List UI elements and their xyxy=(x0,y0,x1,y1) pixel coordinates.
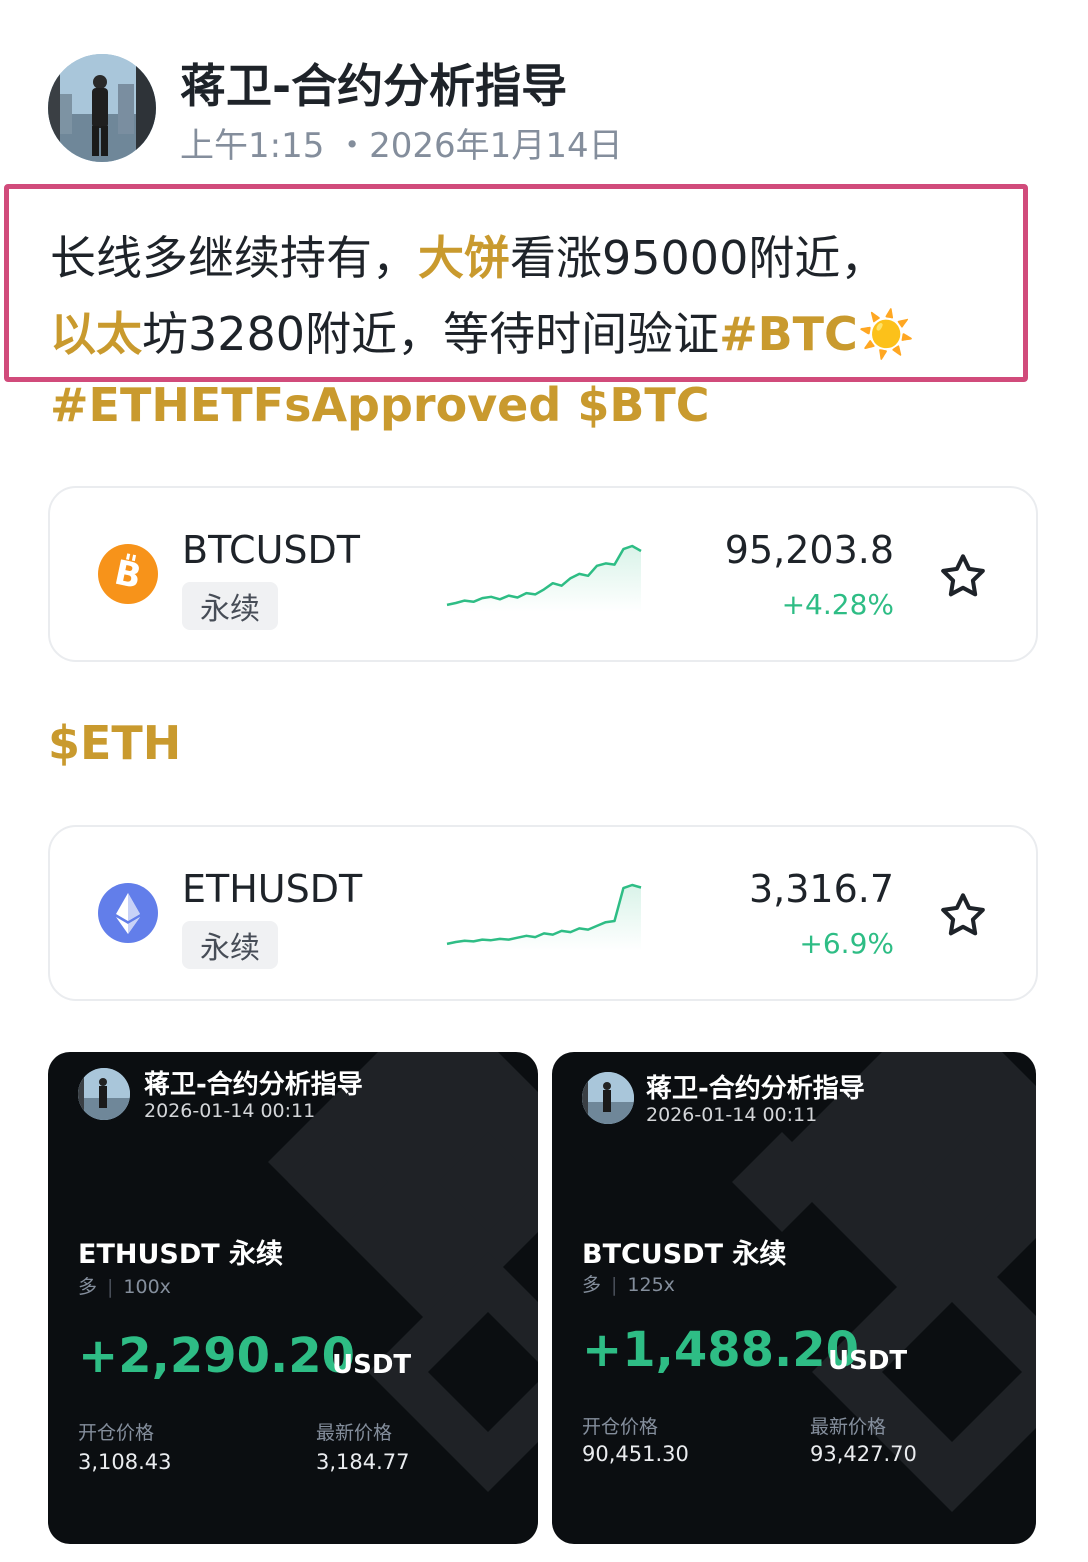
btc-ticker-card[interactable]: B BTCUSDT 永续 95,203.8 +4.28% xyxy=(48,486,1038,662)
ethereum-icon xyxy=(98,883,158,943)
btc-hashtag[interactable]: #BTC☀️ xyxy=(719,307,915,361)
pnl-position-meta: 多 | 100x xyxy=(78,1276,171,1298)
eth-sparkline xyxy=(446,883,642,951)
pnl-date: 2026-01-14 00:11 xyxy=(144,1100,316,1122)
perpetual-badge: 永续 xyxy=(182,921,278,969)
btc-nickname-highlight: 大饼 xyxy=(418,231,510,285)
pnl-symbol: BTCUSDT 永续 xyxy=(582,1239,787,1270)
favorite-star-icon[interactable] xyxy=(936,550,990,608)
post-text-line-2: 以太坊3280附近，等待时间验证#BTC☀️ xyxy=(50,298,915,364)
pnl-author-avatar xyxy=(582,1072,634,1124)
post-timestamp: 上午1:15 ・2026年1月14日 xyxy=(180,126,623,166)
last-price-label: 最新价格 xyxy=(810,1416,887,1438)
author-name[interactable]: 蒋卫-合约分析指导 xyxy=(180,50,567,116)
last-price-value: 3,184.77 xyxy=(316,1450,410,1474)
ticker-price: 95,203.8 xyxy=(724,528,894,572)
pnl-side: 多 xyxy=(78,1276,98,1298)
pnl-symbol: ETHUSDT 永续 xyxy=(78,1239,284,1270)
post-text: 坊3280附近，等待时间验证 xyxy=(142,307,720,361)
post-text: 长线多继续持有， xyxy=(50,231,418,285)
ticker-price: 3,316.7 xyxy=(748,867,894,911)
pnl-leverage: 100x xyxy=(123,1276,171,1298)
pnl-leverage: 125x xyxy=(627,1274,675,1296)
pnl-date: 2026-01-14 00:11 xyxy=(646,1104,818,1126)
pnl-author-name: 蒋卫-合约分析指导 xyxy=(144,1070,363,1100)
last-price-label: 最新价格 xyxy=(316,1422,393,1444)
bitcoin-icon: B xyxy=(98,544,158,604)
eth-cashtag[interactable]: $ETH xyxy=(48,716,181,770)
open-price-label: 开仓价格 xyxy=(582,1416,659,1438)
open-price-label: 开仓价格 xyxy=(78,1422,155,1444)
hashtag-line[interactable]: #ETHETFsApproved $BTC xyxy=(50,378,710,432)
last-price-value: 93,427.70 xyxy=(810,1442,917,1466)
pnl-amount: +2,290.20 xyxy=(78,1328,356,1384)
pnl-unit: USDT xyxy=(332,1350,412,1380)
ticker-change: +6.9% xyxy=(799,927,894,960)
ticker-change: +4.28% xyxy=(781,588,894,621)
btc-sparkline xyxy=(446,544,642,612)
pnl-amount: +1,488.20 xyxy=(582,1322,860,1378)
pnl-side: 多 xyxy=(582,1274,602,1296)
pnl-position-meta: 多 | 125x xyxy=(582,1274,675,1296)
author-avatar[interactable] xyxy=(48,54,156,162)
eth-pnl-card[interactable]: 蒋卫-合约分析指导 2026-01-14 00:11 ETHUSDT 永续 多 |… xyxy=(48,1052,538,1544)
post-text: 看涨95000附近， xyxy=(510,231,887,285)
perpetual-badge: 永续 xyxy=(182,582,278,630)
btc-pnl-card[interactable]: 蒋卫-合约分析指导 2026-01-14 00:11 BTCUSDT 永续 多 |… xyxy=(552,1052,1036,1544)
post-text-line-1: 长线多继续持有，大饼看涨95000附近， xyxy=(50,222,886,288)
favorite-star-icon[interactable] xyxy=(936,889,990,947)
sparkline-area xyxy=(447,546,641,612)
eth-ticker-card[interactable]: ETHUSDT 永续 3,316.7 +6.9% xyxy=(48,825,1038,1001)
ticker-symbol: BTCUSDT xyxy=(182,528,360,572)
eth-nickname-highlight: 以太 xyxy=(50,307,142,361)
pnl-author-avatar xyxy=(78,1068,130,1120)
pnl-unit: USDT xyxy=(828,1346,908,1376)
pnl-author-name: 蒋卫-合约分析指导 xyxy=(646,1074,865,1104)
open-price-value: 3,108.43 xyxy=(78,1450,172,1474)
ticker-symbol: ETHUSDT xyxy=(182,867,363,911)
open-price-value: 90,451.30 xyxy=(582,1442,689,1466)
